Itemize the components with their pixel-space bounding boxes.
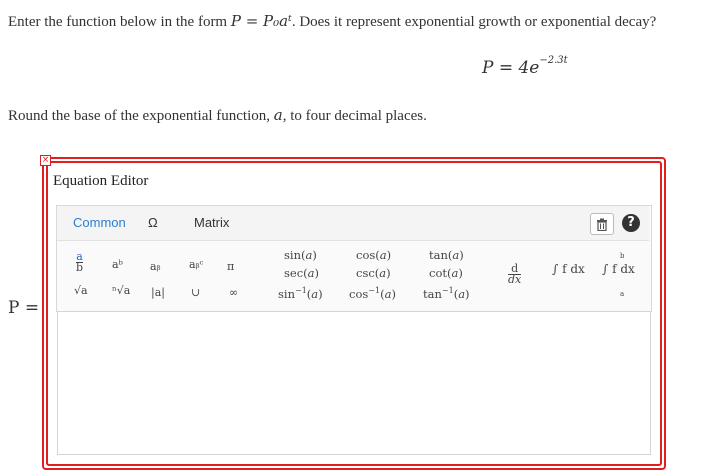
tan-label: tan: [429, 248, 448, 262]
arccos-inverse: −1: [368, 286, 381, 295]
editor-title: Equation Editor: [53, 173, 149, 189]
cot-arg: a: [451, 266, 459, 280]
answer-label: P =: [8, 298, 40, 318]
arccos-label: cos: [349, 286, 369, 301]
absolute-value-button[interactable]: |a|: [151, 286, 165, 299]
definite-integral-label: ∫ f dx: [602, 262, 635, 276]
sqrt-button[interactable]: √a: [74, 284, 88, 297]
subscript-button[interactable]: aᵦ: [150, 260, 161, 273]
arccos-arg: a: [384, 286, 392, 301]
tan-button[interactable]: tan(a): [429, 248, 464, 262]
clear-button[interactable]: [590, 213, 614, 235]
equation-input-area[interactable]: [57, 311, 651, 455]
integral-lower-bound: a: [620, 290, 625, 298]
question-text-before: Enter the function below in the form: [8, 14, 231, 30]
union-button[interactable]: ∪: [191, 286, 200, 299]
sec-button[interactable]: sec(a): [284, 266, 319, 280]
editor-tab-row: [57, 206, 649, 241]
instruction-text: Round the base of the exponential functi…: [8, 106, 427, 125]
close-icon[interactable]: ×: [40, 155, 51, 166]
csc-arg: a: [379, 266, 387, 280]
arctan-inverse: −1: [441, 286, 454, 295]
arcsin-arg: a: [311, 286, 319, 301]
question-text-after: . Does it represent exponential growth o…: [291, 14, 657, 30]
given-function: P = 4e−2.3t: [482, 55, 568, 78]
form-expression: P = P₀aᵗ: [230, 12, 292, 30]
given-function-base: P = 4e: [482, 58, 540, 78]
derivative-button[interactable]: d dx: [508, 262, 522, 286]
tab-matrix[interactable]: Matrix: [194, 215, 229, 230]
tab-common[interactable]: Common: [73, 215, 126, 230]
instruction-after: , to four decimal places.: [282, 108, 427, 124]
csc-label: csc: [356, 266, 375, 280]
definite-integral-button[interactable]: b ∫ f dx a: [602, 252, 652, 298]
arcsin-button[interactable]: sin−1(a): [278, 286, 323, 301]
arccos-button[interactable]: cos−1(a): [349, 286, 396, 301]
arctan-button[interactable]: tan−1(a): [423, 286, 470, 301]
arctan-label: tan: [423, 286, 442, 301]
given-function-exponent: −2.3t: [539, 55, 568, 67]
integral-button[interactable]: ∫ f dx: [552, 262, 585, 276]
nthroot-button[interactable]: ⁿ√a: [112, 284, 130, 297]
cot-label: cot: [429, 266, 447, 280]
help-icon[interactable]: ?: [622, 214, 640, 232]
power-subscript-button[interactable]: aᵦᶜ: [189, 258, 203, 271]
arcsin-label: sin: [278, 286, 295, 301]
cot-button[interactable]: cot(a): [429, 266, 463, 280]
cos-button[interactable]: cos(a): [356, 248, 391, 262]
cos-label: cos: [356, 248, 376, 262]
trash-icon: [597, 218, 607, 231]
sec-label: sec: [284, 266, 304, 280]
instruction-before: Round the base of the exponential functi…: [8, 108, 274, 124]
integral-upper-bound: b: [620, 252, 625, 260]
derivative-denominator: dx: [508, 273, 522, 286]
csc-button[interactable]: csc(a): [356, 266, 391, 280]
tab-omega[interactable]: Ω: [148, 215, 158, 230]
sec-arg: a: [307, 266, 315, 280]
fraction-denominator: b: [76, 261, 84, 274]
pi-button[interactable]: π: [227, 260, 234, 273]
sin-arg: a: [305, 248, 313, 262]
cos-arg: a: [379, 248, 387, 262]
arcsin-inverse: −1: [295, 286, 307, 295]
infinity-button[interactable]: ∞: [229, 286, 238, 299]
tan-arg: a: [452, 248, 460, 262]
power-button[interactable]: aᵇ: [112, 258, 123, 271]
arctan-arg: a: [458, 286, 466, 301]
instruction-var: a: [273, 106, 283, 124]
sin-button[interactable]: sin(a): [284, 248, 317, 262]
fraction-button[interactable]: ab: [76, 250, 84, 274]
sin-label: sin: [284, 248, 301, 262]
question-text: Enter the function below in the form P =…: [8, 12, 656, 31]
